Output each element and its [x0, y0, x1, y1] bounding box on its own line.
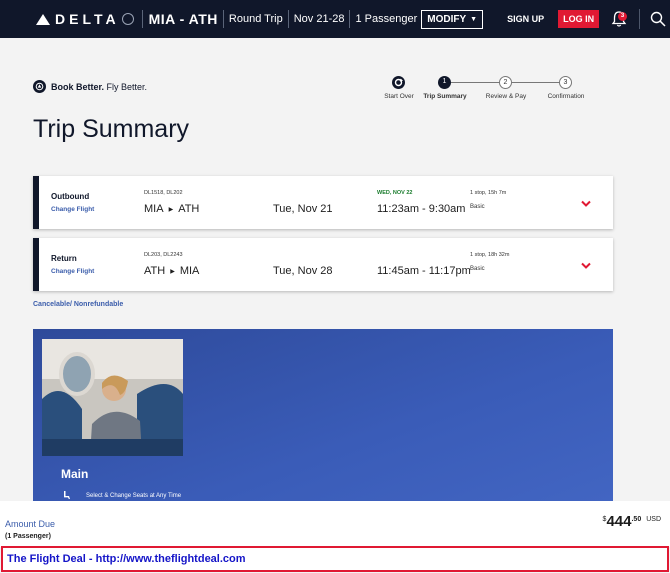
chevron-down-icon: ▼: [470, 15, 478, 23]
chevron-down-icon: [581, 262, 591, 269]
notification-bell-button[interactable]: 3: [611, 10, 628, 28]
chevron-down-icon: [581, 200, 591, 207]
change-flight-link[interactable]: Change Flight: [51, 268, 94, 275]
modify-label: MODIFY: [427, 13, 467, 25]
refresh-icon: [394, 78, 403, 87]
flight-deal-link[interactable]: The Flight Deal - http://www.theflightde…: [7, 553, 246, 565]
passenger-count: 1 Passenger: [355, 13, 418, 25]
arrival-date-note: WED, NOV 22: [377, 190, 413, 196]
start-over-button[interactable]: [392, 76, 405, 89]
amount-due-label: Amount Due: [5, 519, 56, 529]
cabin-feature: Select & Change Seats at Any Time: [86, 493, 182, 499]
flight-route: MIA ▶ ATH: [144, 203, 199, 215]
flight-numbers: DL1518, DL202: [144, 190, 183, 196]
arrow-right-icon: ▶: [168, 206, 174, 213]
page-title: Trip Summary: [33, 115, 190, 143]
flight-numbers: DL203, DL2243: [144, 252, 183, 258]
cabin-info-panel: Main Select & Change Seats at Any Time: [33, 329, 613, 501]
delta-badge-icon: [33, 80, 46, 93]
trip-type: Round Trip: [228, 13, 283, 25]
search-icon: [650, 11, 666, 27]
flight-direction: Outbound: [51, 192, 90, 201]
fare-class: Basic: [470, 204, 485, 210]
modify-button[interactable]: MODIFY ▼: [421, 9, 484, 29]
stops-duration: 1 stop, 15h 7m: [470, 190, 507, 196]
flight-card-return: Return Change Flight DL203, DL2243 ATH ▶…: [33, 238, 613, 291]
route-summary: MIA - ATH: [148, 11, 218, 27]
flight-card-outbound: Outbound Change Flight DL1518, DL202 MIA…: [33, 176, 613, 229]
log-in-button[interactable]: LOG IN: [558, 10, 600, 28]
destination-code: ATH: [178, 203, 200, 215]
destination-code: MIA: [179, 265, 200, 277]
cabin-photo: [42, 339, 183, 456]
top-nav-bar: DELTA MIA - ATH Round Trip Nov 21-28 1 P…: [0, 0, 670, 38]
flight-deal-banner: The Flight Deal - http://www.theflightde…: [1, 546, 669, 572]
step-label[interactable]: Start Over: [384, 93, 414, 100]
booking-progress-steps: 1 2 3 Start Over Trip Summary Review & P…: [380, 74, 600, 104]
cancellation-policy[interactable]: Cancelable/ Nonrefundable: [33, 301, 123, 308]
tagline-bold: Book Better.: [51, 81, 105, 92]
stops-duration: 1 stop, 18h 32m: [470, 252, 510, 258]
divider: [141, 10, 143, 28]
tagline-rest: Fly Better.: [104, 81, 148, 92]
divider: [287, 10, 289, 28]
step-label: Review & Pay: [485, 93, 527, 100]
expand-details-button[interactable]: [581, 195, 591, 207]
cabin-name: Main: [61, 467, 89, 481]
trip-dates: Nov 21-28: [293, 13, 345, 25]
flight-times: 11:23am - 9:30am: [377, 203, 466, 215]
step-connector: [511, 82, 562, 83]
delta-logo[interactable]: DELTA: [36, 11, 134, 27]
divider: [349, 10, 351, 28]
step-circle: 3: [559, 76, 572, 89]
delta-widget-icon: [36, 13, 50, 25]
divider: [639, 9, 641, 29]
currency-code: USD: [646, 516, 661, 523]
fare-class: Basic: [470, 266, 485, 272]
expand-details-button[interactable]: [581, 257, 591, 269]
price-cents: .50: [631, 516, 642, 523]
flight-date: Tue, Nov 21: [273, 203, 333, 215]
divider: [222, 10, 224, 28]
step-label: Confirmation: [547, 93, 585, 100]
brand-tagline: Book Better. Fly Better.: [33, 80, 147, 93]
flight-route: ATH ▶ MIA: [144, 265, 199, 277]
skyteam-icon: [121, 13, 134, 25]
sign-up-link[interactable]: SIGN UP: [507, 14, 544, 24]
seat-icon: [64, 491, 70, 499]
change-flight-link[interactable]: Change Flight: [51, 206, 94, 213]
logo-text: DELTA: [55, 11, 120, 27]
search-button[interactable]: [650, 11, 666, 27]
flight-direction: Return: [51, 254, 77, 263]
price-whole: 444: [606, 513, 632, 530]
step-circle: 2: [499, 76, 512, 89]
flight-date: Tue, Nov 28: [273, 265, 333, 277]
step-label-current: Trip Summary: [423, 93, 467, 100]
origin-code: MIA: [144, 203, 164, 215]
origin-code: ATH: [144, 265, 166, 277]
passenger-note: (1 Passenger): [5, 533, 51, 540]
arrow-right-icon: ▶: [170, 268, 175, 275]
step-circle-current: 1: [438, 76, 451, 89]
total-price: $ 444 .50 USD: [603, 513, 661, 530]
amount-due-bar: Amount Due (1 Passenger) $ 444 .50 USD: [0, 501, 670, 547]
flight-times: 11:45am - 11:17pm: [377, 265, 471, 277]
step-connector: [447, 82, 503, 83]
